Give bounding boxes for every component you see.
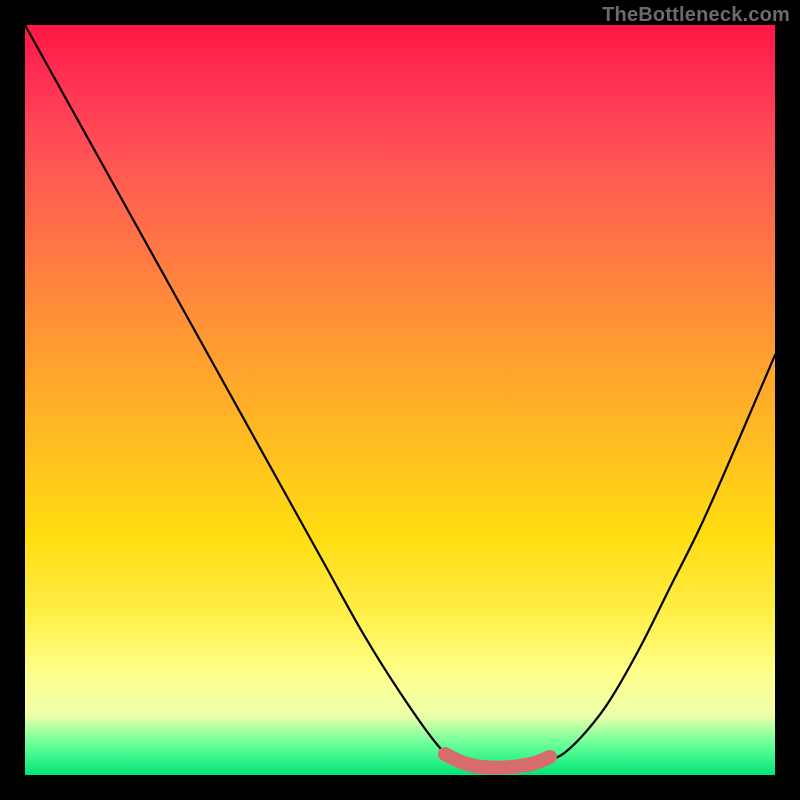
chart-container: TheBottleneck.com [0,0,800,800]
curve-svg [25,25,775,775]
optimal-zone-marker [445,754,550,768]
watermark-text: TheBottleneck.com [602,4,790,27]
plot-area [25,25,775,775]
bottleneck-curve [25,25,775,768]
